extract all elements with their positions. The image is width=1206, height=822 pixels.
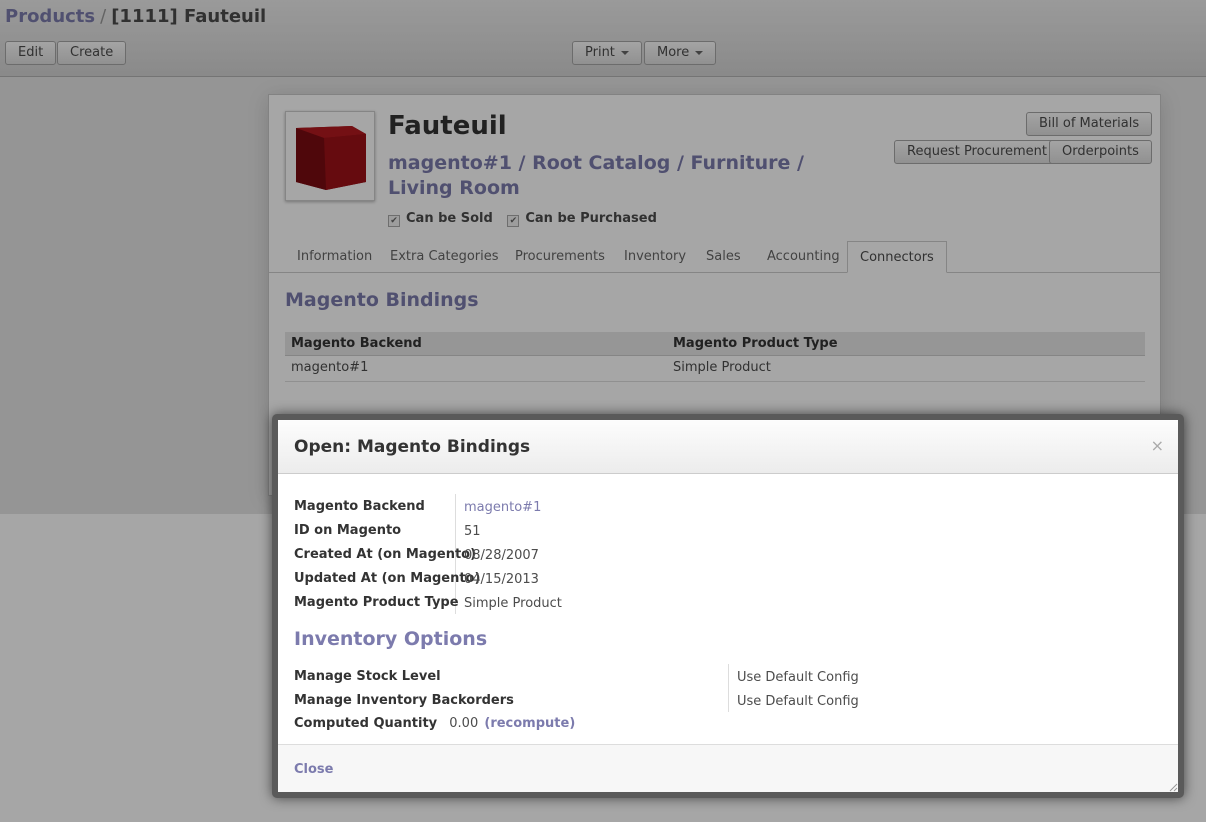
inventory-options-title: Inventory Options: [294, 628, 488, 650]
computed-quantity-label: Computed Quantity: [294, 716, 438, 731]
field-value-created: 08/28/2007: [464, 548, 539, 563]
field-label-manage-stock: Manage Stock Level: [294, 669, 441, 684]
field-label-id: ID on Magento: [294, 523, 402, 538]
field-label-backorders: Manage Inventory Backorders: [294, 693, 514, 708]
computed-quantity-value: 0.00: [449, 716, 479, 731]
bindings-dialog: Open: Magento Bindings × Magento Backend…: [272, 414, 1184, 798]
close-button[interactable]: Close: [294, 762, 333, 777]
field-label-backend: Magento Backend: [294, 499, 425, 514]
field-divider: [728, 664, 729, 712]
field-label-updated: Updated At (on Magento): [294, 571, 481, 586]
field-value-manage-stock: Use Default Config: [737, 670, 859, 685]
field-value-backend-link[interactable]: magento#1: [464, 500, 541, 515]
field-value-backorders: Use Default Config: [737, 694, 859, 709]
dialog-header: Open: Magento Bindings ×: [278, 420, 1178, 474]
resize-handle-icon[interactable]: [1168, 782, 1178, 792]
computed-quantity: Computed Quantity 0.00 (recompute): [294, 716, 575, 731]
field-value-id: 51: [464, 524, 481, 539]
dialog-title: Open: Magento Bindings: [294, 437, 531, 457]
recompute-link[interactable]: (recompute): [484, 716, 575, 731]
dialog-footer: Close: [278, 744, 1178, 792]
close-icon[interactable]: ×: [1151, 436, 1164, 455]
field-value-updated: 04/15/2013: [464, 572, 539, 587]
field-label-product-type: Magento Product Type: [294, 595, 459, 610]
field-label-created: Created At (on Magento): [294, 547, 477, 562]
field-value-product-type: Simple Product: [464, 596, 562, 611]
